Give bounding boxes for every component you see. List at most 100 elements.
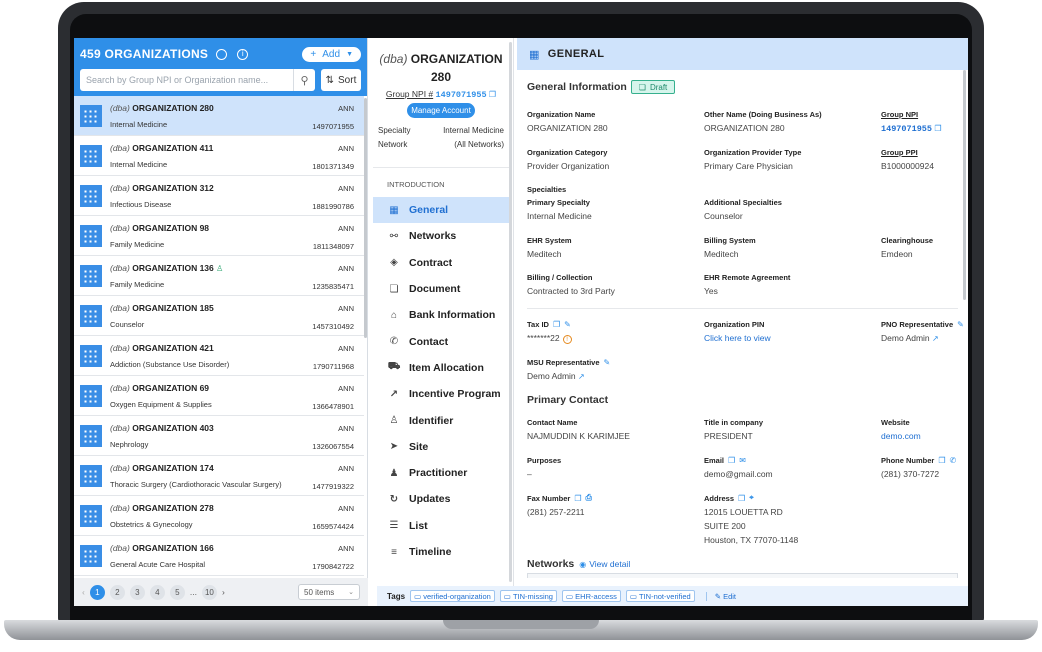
nav-label: List: [409, 519, 428, 532]
nav-scrollbar[interactable]: [509, 42, 512, 582]
next-page-icon[interactable]: ›: [222, 587, 225, 597]
nav-item-identifier[interactable]: ♙ Identifier: [373, 407, 509, 433]
list-item[interactable]: (dba) ORGANIZATION 411 Internal Medicine A…: [74, 136, 364, 176]
nav-item-contact[interactable]: ✆ Contact: [373, 328, 509, 354]
website-link[interactable]: demo.com: [881, 431, 921, 441]
group-ppi-field: Group PPI B1000000924: [881, 148, 934, 171]
list-item[interactable]: (dba) ORGANIZATION 280 Internal Medicine A…: [74, 96, 364, 136]
page-button[interactable]: 2: [109, 584, 125, 600]
copy-icon[interactable]: ❐: [934, 124, 941, 133]
nav-item-bank-information[interactable]: ⌂ Bank Information: [373, 302, 509, 328]
purposes-field: Purposes –: [527, 456, 561, 479]
org-tag: ANN: [338, 464, 354, 473]
edit-icon[interactable]: ✎: [604, 358, 611, 367]
edit-icon[interactable]: ✎: [957, 320, 964, 329]
list-item[interactable]: (dba) ORGANIZATION 421 Addiction (Substan…: [74, 336, 364, 376]
page-button[interactable]: 1: [89, 584, 105, 600]
copy-icon[interactable]: ❐: [738, 494, 745, 503]
sort-button[interactable]: ⇅ Sort: [321, 69, 361, 91]
edit-icon[interactable]: ✎: [564, 320, 571, 329]
nav-item-general[interactable]: ▦ General: [373, 197, 509, 224]
prev-page-icon[interactable]: ‹: [82, 587, 85, 597]
plus-icon: +: [310, 48, 317, 60]
org-npi: 1497071955: [312, 122, 354, 131]
org-pin-field: Organization PIN Click here to view: [704, 320, 771, 343]
file-icon: ❏: [638, 82, 646, 92]
tag-chip[interactable]: ▭ TIN-missing: [499, 590, 557, 602]
view-pin-link[interactable]: Click here to view: [704, 333, 771, 343]
field-value: (281) 257-2211: [527, 507, 585, 517]
manage-account-button[interactable]: Manage Account: [407, 103, 475, 118]
tag-chip[interactable]: ▭ EHR-access: [561, 590, 621, 602]
printer-icon[interactable]: ⎙: [586, 493, 592, 503]
nav-label: Document: [409, 283, 461, 296]
page-button[interactable]: 10: [201, 584, 217, 600]
tag-chip[interactable]: ▭ TIN-not-verified: [625, 590, 695, 602]
dba-label: (dba): [110, 342, 130, 353]
organizations-header: 459 ORGANIZATIONS i + Add ▼ ⚲ ⇅ Sort: [74, 38, 367, 96]
nav-item-updates[interactable]: ↻ Updates: [373, 486, 509, 512]
organization-summary-panel: (dba) ORGANIZATION 280 Group NPI # 14970…: [369, 38, 514, 606]
field-value: –: [527, 469, 532, 479]
copy-icon[interactable]: ❐: [728, 456, 735, 465]
add-button[interactable]: + Add ▼: [302, 46, 361, 62]
group-npi: Group NPI # 1497071955 ❐: [369, 89, 513, 100]
edit-tags-button[interactable]: ✎ Edit: [705, 591, 736, 601]
copy-icon[interactable]: ❐: [489, 90, 496, 99]
nav-item-practitioner[interactable]: ♟ Practitioner: [373, 460, 509, 486]
tag-icon: ▭: [503, 591, 513, 601]
list-scrollbar[interactable]: [364, 98, 367, 338]
field-label: Address: [704, 493, 735, 503]
nav-item-contract[interactable]: ◈ Contract: [373, 250, 509, 276]
list-item[interactable]: (dba) ORGANIZATION 166 General Acute Care…: [74, 536, 364, 576]
draft-badge[interactable]: ❏ Draft: [630, 80, 676, 94]
introduction-heading: INTRODUCTION: [373, 167, 509, 189]
location-icon[interactable]: ⌖: [749, 493, 754, 503]
external-link-icon[interactable]: ↗: [932, 334, 939, 343]
list-item[interactable]: (dba) ORGANIZATION 312 Infectious Disease…: [74, 176, 364, 216]
building-icon: [80, 264, 102, 287]
list-item[interactable]: (dba) ORGANIZATION 136 ♙ Family Medicine A…: [74, 256, 364, 296]
external-link-icon[interactable]: ↗: [578, 372, 585, 381]
group-npi-value[interactable]: 1497071955: [881, 124, 932, 134]
search-input[interactable]: [80, 75, 293, 85]
nav-item-incentive-program[interactable]: ↗ Incentive Program: [373, 381, 509, 407]
nav-item-networks[interactable]: ⚯ Networks: [373, 223, 509, 249]
network-row: Network (All Networks): [369, 140, 513, 149]
detail-scrollbar[interactable]: [963, 70, 966, 300]
list-item[interactable]: (dba) ORGANIZATION 174 Thoracic Surgery (…: [74, 456, 364, 496]
list-item[interactable]: (dba) ORGANIZATION 278 Obstetrics & Gynec…: [74, 496, 364, 536]
copy-icon[interactable]: ❐: [938, 456, 945, 465]
nav-item-site[interactable]: ➤ Site: [373, 434, 509, 460]
field-value: Demo Admin: [881, 333, 930, 343]
phone-icon[interactable]: ✆: [950, 456, 957, 465]
view-detail-link[interactable]: View detail: [589, 559, 630, 569]
org-npi: 1477919322: [312, 482, 354, 491]
page-button[interactable]: 5: [169, 584, 185, 600]
dba-label: (dba): [110, 422, 130, 433]
refresh-icon[interactable]: [216, 48, 228, 60]
group-npi-field: Group NPI 1497071955 ❐: [881, 110, 942, 134]
tag-chip[interactable]: ▭ verified-organization: [410, 590, 495, 602]
list-item[interactable]: (dba) ORGANIZATION 403 Nephrology ANN 13260…: [74, 416, 364, 456]
nav-item-document[interactable]: ❏ Document: [373, 276, 509, 302]
field-label: Organization Name: [527, 110, 596, 119]
nav-item-list[interactable]: ☰ List: [373, 513, 509, 539]
nav-item-item-allocation[interactable]: ⛟ Item Allocation: [373, 355, 509, 381]
mail-icon[interactable]: ✉: [739, 456, 746, 465]
nav-label: Updates: [409, 493, 451, 506]
copy-icon[interactable]: ❐: [574, 494, 581, 503]
copy-icon[interactable]: ❐: [553, 320, 560, 329]
field-label: Email: [704, 456, 725, 465]
list-item[interactable]: (dba) ORGANIZATION 69 Oxygen Equipment & …: [74, 376, 364, 416]
page-button[interactable]: 3: [129, 584, 145, 600]
nav-item-timeline[interactable]: ≡ Timeline: [373, 539, 509, 565]
list-item[interactable]: (dba) ORGANIZATION 185 Counselor ANN 145731…: [74, 296, 364, 336]
page-button[interactable]: 4: [149, 584, 165, 600]
search-icon[interactable]: ⚲: [293, 69, 315, 91]
list-item[interactable]: (dba) ORGANIZATION 98 Family Medicine ANN 1…: [74, 216, 364, 256]
field-label: Organization Category: [527, 148, 608, 157]
page-size-select[interactable]: 50 items ⌄: [298, 584, 360, 600]
email-field: Email ❐ ✉ demo@gmail.com: [704, 456, 773, 479]
info-icon[interactable]: i: [237, 48, 249, 60]
